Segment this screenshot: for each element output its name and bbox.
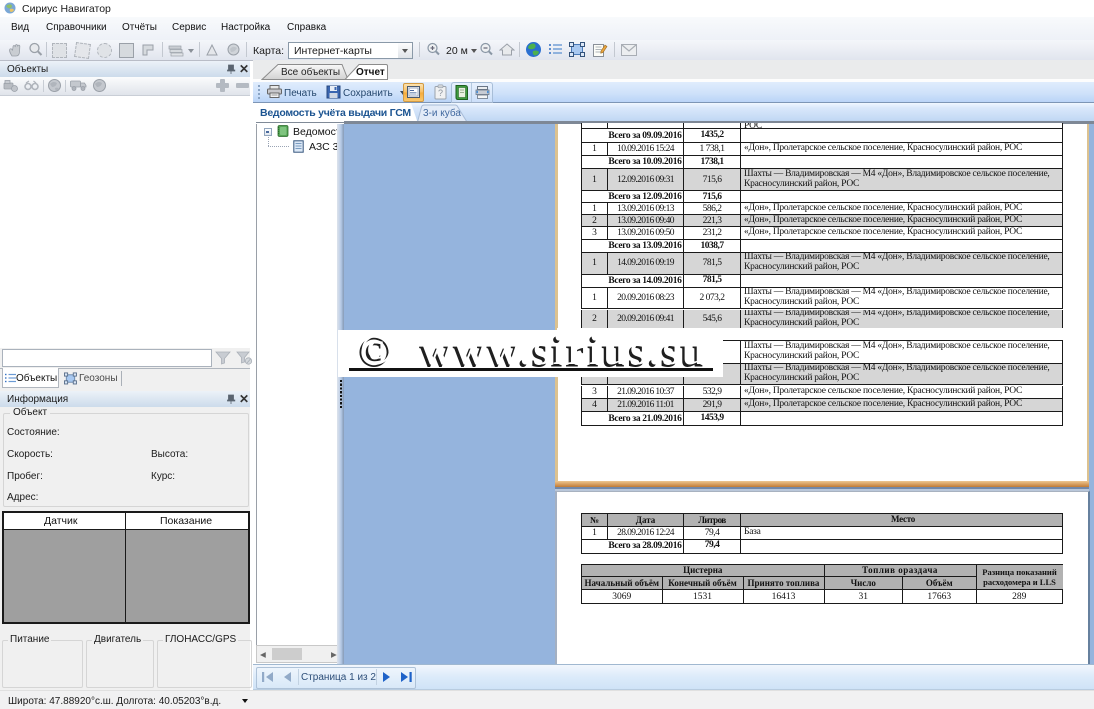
svg-text:?: ? [438, 88, 443, 98]
